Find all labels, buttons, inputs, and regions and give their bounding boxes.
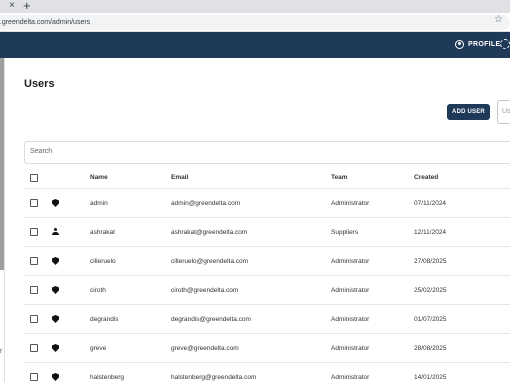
row-checkbox[interactable]: [30, 228, 38, 236]
user-email: cilleruelo@greendelta.com: [171, 257, 249, 265]
shield-icon: [52, 286, 59, 294]
search-input[interactable]: Search: [30, 148, 52, 155]
user-email: ciroth@greendelta.com: [171, 286, 239, 294]
new-tab-icon[interactable]: +: [23, 0, 31, 12]
user-name: admin: [90, 199, 108, 207]
user-email: greve@greendelta.com: [171, 344, 239, 352]
row-checkbox[interactable]: [30, 257, 38, 265]
person-icon: [52, 228, 59, 236]
user-name: ciroth: [90, 286, 106, 294]
app-header: PROFILE: [0, 32, 510, 58]
shield-icon: [52, 199, 59, 207]
row-checkbox[interactable]: [30, 373, 38, 381]
row-checkbox[interactable]: [30, 344, 38, 352]
address-bar[interactable]: a.greendelta.com/admin/users: [0, 15, 510, 30]
account-circle-icon: [455, 40, 464, 49]
user-created: 28/08/2025: [414, 344, 447, 352]
column-header-name[interactable]: Name: [90, 167, 108, 188]
table-row[interactable]: admin admin@greendelta.com Administrator…: [24, 189, 510, 218]
row-checkbox[interactable]: [30, 315, 38, 323]
shield-icon: [52, 373, 59, 381]
user-team: Administrator: [331, 373, 370, 381]
user-team: Administrator: [331, 286, 370, 294]
search-field[interactable]: Search: [24, 141, 510, 164]
table-row[interactable]: ciroth ciroth@greendelta.com Administrat…: [24, 276, 510, 305]
user-email: degrandis@greendelta.com: [171, 315, 251, 323]
shield-icon: [52, 315, 59, 323]
profile-button[interactable]: PROFILE: [455, 39, 500, 50]
profile-label: PROFILE: [468, 41, 501, 48]
browser-tabstrip: × +: [0, 0, 510, 13]
table-row[interactable]: halstenberg halstenberg@greendelta.com A…: [24, 363, 510, 382]
column-header-team[interactable]: Team: [331, 167, 348, 188]
user-email: halstenberg@greendelta.com: [171, 373, 257, 381]
table-row[interactable]: degrandis degrandis@greendelta.com Admin…: [24, 305, 510, 334]
page-title: Users: [24, 78, 55, 90]
user-name: halstenberg: [90, 373, 124, 381]
table-header-row: Name Email Team Created: [24, 167, 510, 189]
user-name: degrandis: [90, 315, 119, 323]
row-checkbox[interactable]: [30, 199, 38, 207]
user-created: 27/08/2025: [414, 257, 447, 265]
users-table: Name Email Team Created admin admin@gree…: [24, 167, 510, 382]
bookmark-star-icon[interactable]: ☆: [494, 14, 503, 26]
column-header-created[interactable]: Created: [414, 167, 438, 188]
user-created: 12/11/2024: [414, 228, 447, 236]
user-created: 01/07/2025: [414, 315, 447, 323]
table-row[interactable]: ashrakat ashrakat@greendelta.com Supplie…: [24, 218, 510, 247]
user-created: 07/11/2024: [414, 199, 447, 207]
close-tab-icon[interactable]: ×: [9, 0, 15, 11]
user-email: ashrakat@greendelta.com: [171, 228, 248, 236]
user-filter-input[interactable]: Us: [497, 100, 510, 124]
sidebar-divider: [4, 58, 5, 382]
add-user-button[interactable]: ADD USER: [447, 104, 490, 120]
browser-toolbar: a.greendelta.com/admin/users ☆: [0, 13, 510, 32]
user-team: Administrator: [331, 257, 370, 265]
select-all-checkbox[interactable]: [30, 173, 38, 182]
row-checkbox[interactable]: [30, 286, 38, 294]
user-team: Administrator: [331, 344, 370, 352]
sidebar-text-fragment: r: [0, 348, 3, 355]
user-created: 14/01/2025: [414, 373, 447, 381]
user-team: Suppliers: [331, 228, 359, 236]
shield-icon: [52, 257, 59, 265]
table-row[interactable]: greve greve@greendelta.com Administrator…: [24, 334, 510, 363]
user-name: greve: [90, 344, 107, 352]
table-row[interactable]: cilleruelo cilleruelo@greendelta.com Adm…: [24, 247, 510, 276]
column-header-email[interactable]: Email: [171, 167, 188, 188]
settings-icon[interactable]: [500, 39, 510, 49]
user-name: ashrakat: [90, 228, 115, 236]
user-team: Administrator: [331, 315, 370, 323]
shield-icon: [52, 344, 59, 352]
user-email: admin@greendelta.com: [171, 199, 241, 207]
user-name: cilleruelo: [90, 257, 116, 265]
user-created: 25/02/2025: [414, 286, 447, 294]
url-text[interactable]: a.greendelta.com/admin/users: [0, 17, 90, 28]
user-team: Administrator: [331, 199, 370, 207]
